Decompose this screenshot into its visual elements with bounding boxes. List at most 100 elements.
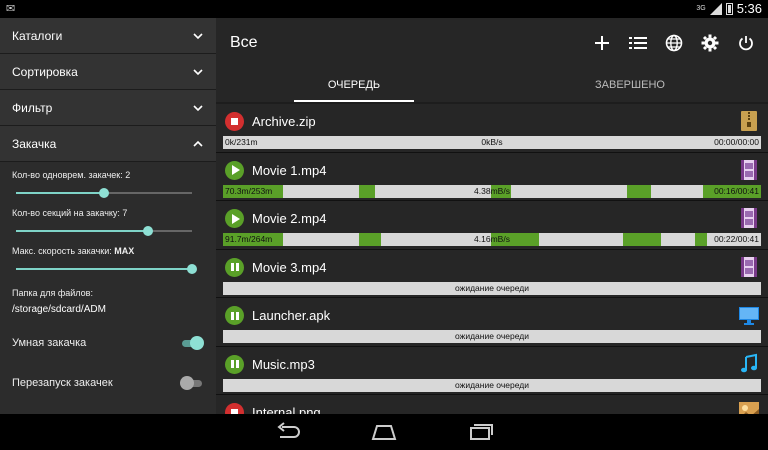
toggle-label: Умная закачка xyxy=(12,337,87,349)
section-sorting[interactable]: Сортировка xyxy=(0,54,216,90)
smart-download-switch[interactable] xyxy=(180,336,204,350)
file-name: Archive.zip xyxy=(252,114,316,129)
stop-button[interactable] xyxy=(225,403,244,414)
sections-per-download-slider[interactable] xyxy=(12,222,204,238)
chevron-up-icon xyxy=(193,140,203,147)
signal-icon xyxy=(709,2,722,15)
restart-downloads-row[interactable]: Перезапуск закачек xyxy=(0,363,216,403)
section-download[interactable]: Закачка xyxy=(0,126,216,162)
chevron-down-icon xyxy=(193,32,203,39)
battery-icon xyxy=(725,2,733,15)
file-name: Movie 1.mp4 xyxy=(252,162,327,178)
globe-icon[interactable] xyxy=(664,33,684,53)
chevron-down-icon xyxy=(193,68,203,75)
progress-bar: ожидание очереди xyxy=(223,281,761,295)
download-item[interactable]: Internal.png xyxy=(216,395,768,414)
progress-bar: ожидание очереди xyxy=(223,378,761,392)
pause-button[interactable] xyxy=(225,257,244,277)
main-panel: Все ОЧЕРЕДЬ ЗАВЕРШЕНО Archive.zip 0k/231… xyxy=(216,18,768,414)
notification-icon: ✉ xyxy=(6,3,16,15)
status-text: ожидание очереди xyxy=(455,282,529,293)
pause-button[interactable] xyxy=(225,306,244,325)
video-icon xyxy=(741,159,757,180)
speed-text: 0kB/s xyxy=(481,137,503,147)
speed-text: 4.38mB/s xyxy=(474,185,510,196)
file-name: Launcher.apk xyxy=(252,308,331,323)
slider-thumb[interactable] xyxy=(99,188,109,198)
time-text: 00:22/00:41 xyxy=(714,234,759,244)
play-button[interactable] xyxy=(225,209,244,228)
list-icon[interactable] xyxy=(628,33,648,53)
setting-label: Кол-во секций на закачку: 7 xyxy=(12,208,128,218)
progress-bar: 0k/231m 0kB/s 00:00/00:00 xyxy=(223,136,761,149)
folder-path: /storage/sdcard/ADM xyxy=(12,304,106,315)
section-label: Каталоги xyxy=(12,28,63,43)
navigation-bar xyxy=(0,414,768,450)
slider-thumb[interactable] xyxy=(187,264,197,274)
network-type: 3G xyxy=(696,5,706,12)
toggle-label: Перезапуск закачек xyxy=(12,377,113,389)
add-icon[interactable] xyxy=(592,33,612,53)
speed-text: 4.16mB/s xyxy=(474,234,510,244)
power-icon[interactable] xyxy=(736,33,756,53)
archive-icon xyxy=(741,111,757,131)
back-icon[interactable] xyxy=(274,422,302,442)
setting-max-speed: Макс. скорость закачки: MAX xyxy=(0,238,216,276)
clock: 5:36 xyxy=(736,1,762,16)
status-bar: ✉ 3G 5:36 xyxy=(0,0,768,18)
section-filter[interactable]: Фильтр xyxy=(0,90,216,126)
download-item[interactable]: Archive.zip 0k/231m 0kB/s 00:00/00:00 xyxy=(216,104,768,153)
play-button[interactable] xyxy=(225,160,244,180)
gear-icon[interactable] xyxy=(700,33,720,53)
download-folder[interactable]: Папка для файлов: /storage/sdcard/ADM xyxy=(0,276,216,315)
max-speed-slider[interactable] xyxy=(12,260,204,276)
progress-bar: 91.7m/264m 4.16mB/s 00:22/00:41 xyxy=(223,233,761,246)
section-label: Закачка xyxy=(12,136,57,151)
time-text: 00:16/00:41 xyxy=(714,185,759,196)
progress-bar: ожидание очереди xyxy=(223,330,761,343)
app-bar: Все xyxy=(216,18,768,68)
smart-download-row[interactable]: Умная закачка xyxy=(0,323,216,363)
download-item[interactable]: Launcher.apk ожидание очереди xyxy=(216,298,768,347)
monitor-icon xyxy=(739,307,759,325)
folder-label: Папка для файлов: xyxy=(12,288,93,298)
download-item[interactable]: Movie 2.mp4 91.7m/264m 4.16mB/s 00:22/00… xyxy=(216,201,768,250)
image-icon xyxy=(739,402,759,414)
page-title: Все xyxy=(230,34,258,51)
max-speed-label: Макс. скорость закачки: xyxy=(12,246,112,256)
download-item[interactable]: Movie 1.mp4 70.3m/253m 4.38mB/s 00:16/00… xyxy=(216,152,768,201)
home-icon[interactable] xyxy=(370,422,398,442)
download-item[interactable]: Music.mp3 ожидание очереди xyxy=(216,346,768,395)
setting-sections-per-download: Кол-во секций на закачку: 7 xyxy=(0,200,216,238)
video-icon xyxy=(741,208,757,228)
music-icon xyxy=(741,353,757,372)
tab-bar: ОЧЕРЕДЬ ЗАВЕРШЕНО xyxy=(216,68,768,102)
slider-thumb[interactable] xyxy=(143,226,153,236)
file-name: Movie 2.mp4 xyxy=(252,211,327,226)
video-icon xyxy=(741,256,757,277)
sidebar: Каталоги Сортировка Фильтр Закачка Кол-в… xyxy=(0,18,216,414)
setting-label: Макс. скорость закачки: MAX xyxy=(12,246,204,256)
time-text: 00:00/00:00 xyxy=(714,137,759,147)
setting-simultaneous-downloads: Кол-во одноврем. закачек: 2 xyxy=(0,162,216,200)
file-name: Internal.png xyxy=(252,405,321,414)
progress-bar: 70.3m/253m 4.38mB/s 00:16/00:41 xyxy=(223,184,761,198)
download-list: Archive.zip 0k/231m 0kB/s 00:00/00:00 Mo… xyxy=(216,104,768,414)
restart-downloads-switch[interactable] xyxy=(180,376,204,390)
section-label: Сортировка xyxy=(12,64,78,79)
file-name: Music.mp3 xyxy=(252,356,315,372)
chevron-down-icon xyxy=(193,104,203,111)
tab-completed[interactable]: ЗАВЕРШЕНО xyxy=(492,68,768,102)
recent-apps-icon[interactable] xyxy=(466,422,494,442)
download-item[interactable]: Movie 3.mp4 ожидание очереди xyxy=(216,249,768,298)
max-speed-value: MAX xyxy=(114,246,135,256)
tab-queue[interactable]: ОЧЕРЕДЬ xyxy=(216,68,492,102)
section-label: Фильтр xyxy=(12,100,53,115)
status-text: ожидание очереди xyxy=(455,379,529,390)
pause-button[interactable] xyxy=(225,354,244,374)
setting-label: Кол-во одноврем. закачек: 2 xyxy=(12,170,131,180)
simultaneous-downloads-slider[interactable] xyxy=(12,184,204,200)
section-catalogs[interactable]: Каталоги xyxy=(0,18,216,54)
stop-button[interactable] xyxy=(225,112,244,131)
file-name: Movie 3.mp4 xyxy=(252,259,327,275)
